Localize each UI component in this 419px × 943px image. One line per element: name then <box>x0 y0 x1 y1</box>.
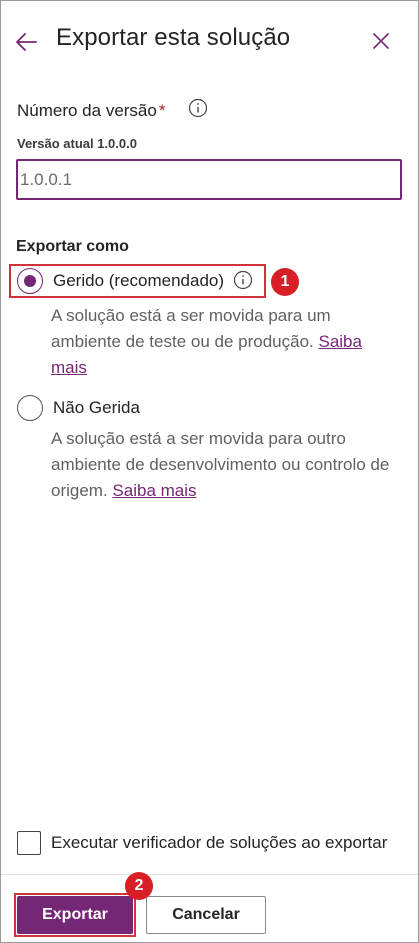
radio-unmanaged-circle[interactable] <box>17 395 43 421</box>
callout-badge-2: 2 <box>125 872 153 900</box>
unmanaged-learn-more-link[interactable]: Saiba mais <box>112 481 196 500</box>
panel-title: Exportar esta solução <box>56 24 291 51</box>
unmanaged-description: A solução está a ser movida para outro a… <box>51 426 396 504</box>
solution-checker-option[interactable]: Executar verificador de soluções ao expo… <box>17 831 387 855</box>
arrow-left-icon <box>16 33 37 51</box>
version-label-text: Número da versão <box>17 101 157 120</box>
managed-description-text: A solução está a ser movida para um ambi… <box>51 306 331 351</box>
radio-unmanaged[interactable]: Não Gerida <box>17 395 140 421</box>
radio-unmanaged-label: Não Gerida <box>53 398 140 417</box>
current-version: Versão atual 1.0.0.0 <box>17 136 137 151</box>
solution-checker-checkbox[interactable] <box>17 831 41 855</box>
back-button[interactable] <box>12 28 40 56</box>
radio-managed-circle[interactable] <box>17 268 43 294</box>
version-label: Número da versão * <box>17 101 165 121</box>
footer-divider <box>1 874 418 875</box>
solution-checker-label: Executar verificador de soluções ao expo… <box>51 833 388 852</box>
close-button[interactable] <box>368 28 394 54</box>
radio-managed[interactable]: Gerido (recomendado) <box>17 268 224 294</box>
export-as-heading: Exportar como <box>16 238 129 255</box>
close-icon <box>373 33 389 49</box>
radio-managed-label: Gerido (recomendado) <box>53 271 225 290</box>
unmanaged-description-text: A solução está a ser movida para outro a… <box>51 429 390 500</box>
info-icon[interactable] <box>188 98 208 118</box>
required-star: * <box>158 101 166 120</box>
export-button[interactable]: Exportar <box>17 896 133 934</box>
managed-description: A solução está a ser movida para um ambi… <box>51 303 396 381</box>
callout-badge-1: 1 <box>271 268 299 296</box>
radio-managed-dot <box>24 275 36 287</box>
managed-info-icon[interactable] <box>233 270 253 290</box>
cancel-button[interactable]: Cancelar <box>146 896 266 934</box>
version-input[interactable] <box>16 159 402 200</box>
